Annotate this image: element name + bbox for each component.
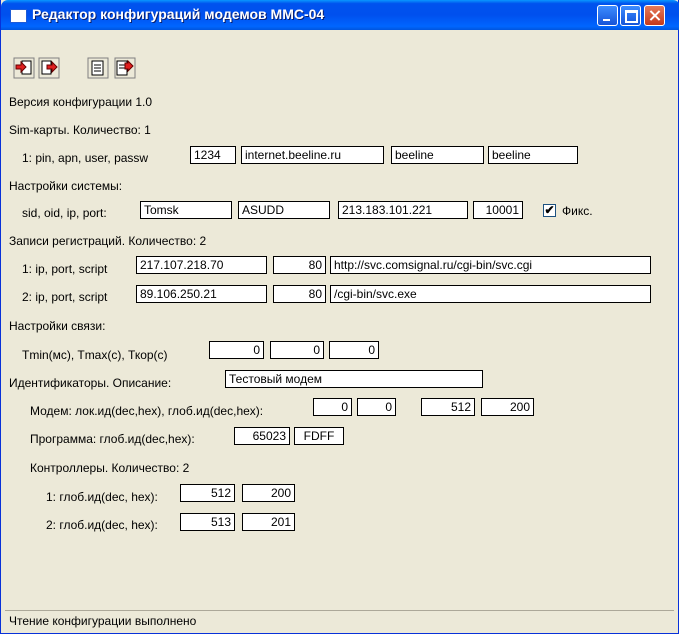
- modem-id-label: Модем: лок.ид(dec,hex), глоб.ид(dec,hex)…: [30, 404, 264, 418]
- read-config-icon[interactable]: [38, 57, 60, 79]
- registration-row-label: 1: ip, port, script: [22, 262, 108, 276]
- close-button[interactable]: [644, 5, 665, 26]
- tkor-field[interactable]: 0: [329, 341, 379, 359]
- system-row-label: sid, oid, ip, port:: [22, 206, 107, 220]
- port-field[interactable]: 10001: [473, 201, 523, 219]
- controller-dec-field[interactable]: 513: [180, 513, 235, 531]
- controller-dec-field[interactable]: 512: [180, 484, 235, 502]
- description-field[interactable]: Тестовый модем: [225, 370, 483, 388]
- modem-local-hex-field[interactable]: 0: [357, 398, 396, 416]
- maximize-button[interactable]: [620, 5, 641, 26]
- program-global-hex-field[interactable]: FDFF: [294, 427, 344, 445]
- sim-row-label: 1: pin, apn, user, passw: [22, 151, 149, 165]
- identifiers-label: Идентификаторы. Описание:: [9, 376, 172, 390]
- controller-row-label: 1: глоб.ид(dec, hex):: [46, 490, 158, 504]
- registration-row-label: 2: ip, port, script: [22, 290, 108, 304]
- controller-hex-field[interactable]: 200: [242, 484, 295, 502]
- sim-apn-field[interactable]: internet.beeline.ru: [241, 146, 384, 164]
- modem-global-hex-field[interactable]: 200: [481, 398, 534, 416]
- open-config-icon[interactable]: [13, 57, 35, 79]
- sim-pin-field[interactable]: 1234: [190, 146, 236, 164]
- fixed-label: Фикс.: [562, 204, 593, 218]
- status-bar: Чтение конфигурации выполнено: [5, 610, 674, 631]
- modem-local-dec-field[interactable]: 0: [313, 398, 352, 416]
- tmin-field[interactable]: 0: [209, 341, 264, 359]
- save-config-icon[interactable]: [87, 57, 109, 79]
- status-text: Чтение конфигурации выполнено: [9, 614, 197, 628]
- title-bar[interactable]: Редактор конфигураций модемов ММС-04: [1, 0, 679, 30]
- registration-port-field[interactable]: 80: [273, 256, 326, 274]
- registrations-header: Записи регистраций. Количество: 2: [9, 234, 207, 248]
- sim-user-field[interactable]: beeline: [391, 146, 484, 164]
- registration-port-field[interactable]: 80: [273, 285, 326, 303]
- registration-ip-field[interactable]: 217.107.218.70: [136, 256, 267, 274]
- registration-ip-field[interactable]: 89.106.250.21: [136, 285, 267, 303]
- fixed-checkbox[interactable]: ✔: [543, 204, 556, 217]
- sim-password-field[interactable]: beeline: [488, 146, 578, 164]
- app-icon: [10, 9, 27, 23]
- registration-script-field[interactable]: http://svc.comsignal.ru/cgi-bin/svc.cgi: [330, 256, 651, 274]
- minimize-button[interactable]: [597, 5, 618, 26]
- controller-row-label: 2: глоб.ид(dec, hex):: [46, 518, 158, 532]
- sid-field[interactable]: Tomsk: [140, 201, 232, 219]
- controller-hex-field[interactable]: 201: [242, 513, 295, 531]
- program-global-dec-field[interactable]: 65023: [234, 427, 290, 445]
- tmax-field[interactable]: 0: [270, 341, 324, 359]
- write-config-icon[interactable]: [114, 57, 136, 79]
- system-header: Настройки системы:: [9, 179, 123, 193]
- oid-field[interactable]: ASUDD: [238, 201, 330, 219]
- controllers-header: Контроллеры. Количество: 2: [30, 461, 190, 475]
- modem-global-dec-field[interactable]: 512: [421, 398, 475, 416]
- connection-header: Настройки связи:: [9, 319, 106, 333]
- registration-script-field[interactable]: /cgi-bin/svc.exe: [330, 285, 651, 303]
- config-version-label: Версия конфигурации 1.0: [9, 95, 153, 109]
- connection-row-label: Tmin(мс), Tmax(с), Ткор(с): [22, 348, 168, 362]
- window-title: Редактор конфигураций модемов ММС-04: [32, 6, 325, 22]
- ip-field[interactable]: 213.183.101.221: [338, 201, 468, 219]
- sim-header: Sim-карты. Количество: 1: [9, 123, 151, 137]
- program-id-label: Программа: глоб.ид(dec,hex):: [30, 432, 195, 446]
